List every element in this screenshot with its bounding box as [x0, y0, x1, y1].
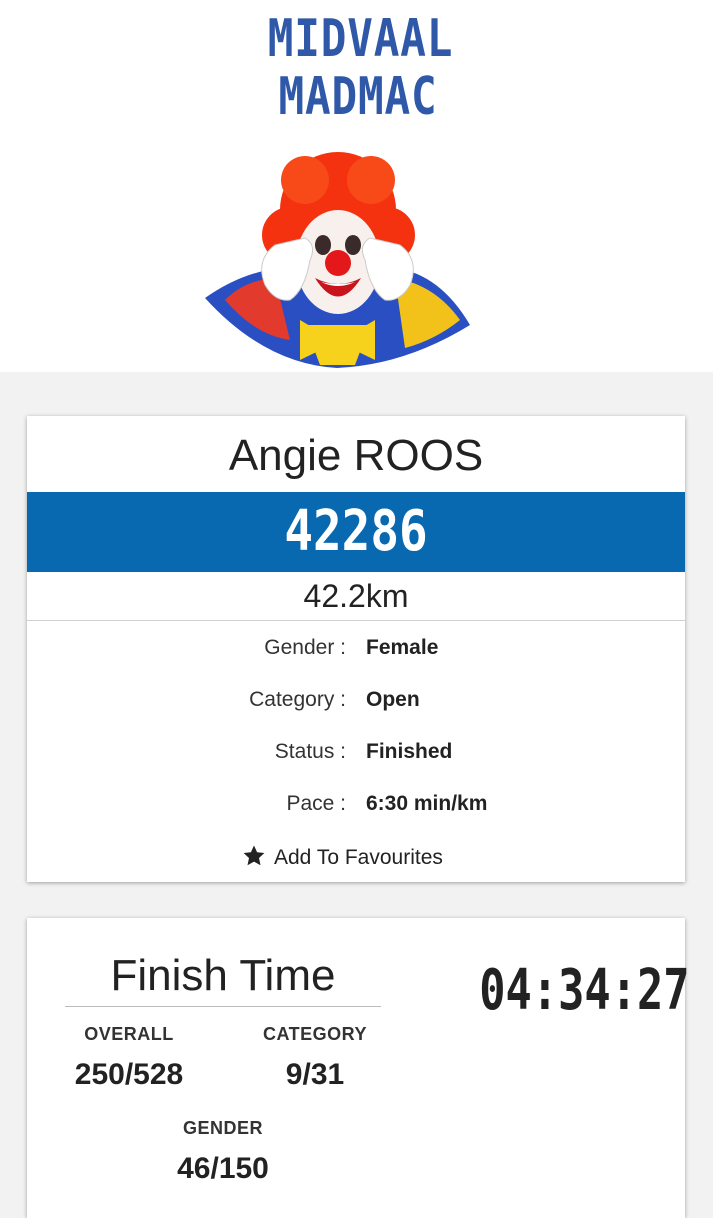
add-to-favourites-button[interactable]: Add To Favourites [242, 838, 443, 878]
add-to-favourites-label: Add To Favourites [274, 846, 443, 869]
clown-mascot-image [205, 152, 470, 368]
runner-card: Angie ROOS 42286 42.2km Gender : Female … [27, 416, 685, 882]
divider [65, 1006, 381, 1007]
detail-value: Finished [366, 740, 453, 763]
overall-position: 250/528 [74, 1058, 184, 1091]
runner-name: Angie ROOS [228, 431, 484, 480]
divider [27, 620, 685, 621]
star-icon [243, 845, 265, 866]
gender-label: GENDER [182, 1118, 263, 1138]
detail-row-category: Category : Open [27, 680, 685, 720]
category-label: CATEGORY [262, 1024, 367, 1044]
event-logo-line2: MADMAC [278, 67, 438, 127]
category-position: 9/31 [285, 1058, 345, 1091]
detail-value: Open [366, 688, 420, 711]
detail-row-status: Status : Finished [27, 732, 685, 772]
gender-position: 46/150 [177, 1152, 269, 1185]
detail-value: 6:30 min/km [366, 792, 488, 815]
bib-bar: 42286 [27, 492, 685, 572]
bib-number: 42286 [284, 499, 428, 564]
finish-time-title: Finish Time [110, 951, 336, 1000]
event-header: MIDVAAL MADMAC [0, 0, 713, 372]
event-logo-line1: MIDVAAL [267, 9, 454, 69]
overall-label: OVERALL [84, 1024, 174, 1044]
detail-row-gender: Gender : Female [27, 628, 685, 668]
detail-label: Status : [274, 740, 346, 763]
finish-time-value: 04:34:27 [479, 958, 690, 1023]
race-distance: 42.2km [303, 578, 409, 614]
detail-label: Category : [249, 688, 346, 711]
detail-row-pace: Pace : 6:30 min/km [27, 784, 685, 824]
detail-value: Female [366, 636, 439, 659]
detail-label: Gender : [264, 636, 346, 659]
result-card: Finish Time 04:34:27 OVERALL 250/528 CAT… [27, 918, 690, 1218]
detail-label: Pace : [286, 792, 346, 815]
event-logo: MIDVAAL MADMAC [248, 10, 468, 126]
